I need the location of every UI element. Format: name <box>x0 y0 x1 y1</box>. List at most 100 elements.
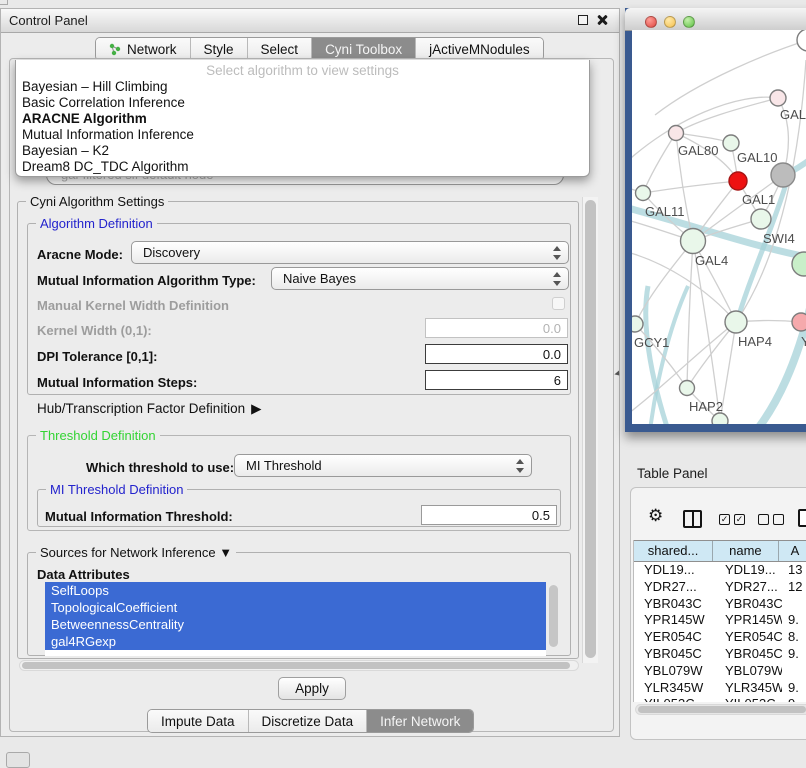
network-node[interactable] <box>797 30 806 51</box>
select-all-checked-icon-2[interactable]: ✓ <box>734 514 745 525</box>
dropdown-item-dream8[interactable]: Dream8 DC_TDC Algorithm <box>16 159 589 175</box>
float-window-icon[interactable] <box>578 15 588 25</box>
dpi-tolerance-field[interactable]: 0.0 <box>425 344 568 364</box>
aracne-mode-value: Discovery <box>143 245 200 260</box>
list-item-gal4rgexp[interactable]: gal4RGexp <box>45 633 546 650</box>
kernel-width-label: Kernel Width (0,1): <box>37 323 152 338</box>
deselect-all-icon-1[interactable] <box>758 514 769 525</box>
split-columns-icon[interactable] <box>683 510 702 528</box>
settings-vertical-scrollbar[interactable] <box>582 197 598 663</box>
network-node[interactable] <box>729 172 747 190</box>
network-node[interactable] <box>792 313 806 331</box>
column-header-shared-name[interactable]: shared... <box>634 541 713 561</box>
tab-network[interactable]: Network <box>96 38 191 60</box>
network-node-label: HAP4 <box>738 334 772 349</box>
list-item-betweennesscentrality[interactable]: BetweennessCentrality <box>45 616 546 633</box>
tab-jactivemnodules[interactable]: jActiveMNodules <box>416 38 543 60</box>
cell: YBL079W <box>634 663 715 680</box>
network-node[interactable] <box>770 90 786 106</box>
document-icon[interactable] <box>798 509 806 527</box>
column-header-partial[interactable]: A <box>779 541 806 561</box>
dropdown-item-basic-correlation[interactable]: Basic Correlation Inference <box>16 95 589 111</box>
table-horizontal-scrollbar[interactable] <box>635 704 806 715</box>
hub-definition-toggle[interactable]: Hub/Transcription Factor Definition▶ <box>37 401 261 417</box>
manual-kernel-checkbox[interactable] <box>552 297 565 310</box>
clipped-widget-bottom-left[interactable] <box>6 752 30 768</box>
network-node[interactable] <box>771 163 795 187</box>
settings-horizontal-scrollbar-thumb[interactable] <box>22 662 570 669</box>
network-node[interactable] <box>725 311 747 333</box>
tab-cyni-toolbox[interactable]: Cyni Toolbox <box>312 38 416 60</box>
network-icon <box>109 43 122 56</box>
dropdown-item-bayesian-hill-climbing[interactable]: Bayesian – Hill Climbing <box>16 79 589 95</box>
mac-zoom-button[interactable] <box>683 16 695 28</box>
network-edge[interactable] <box>650 286 688 424</box>
gear-icon[interactable]: ⚙ <box>648 507 663 524</box>
tab-discretize-data[interactable]: Discretize Data <box>249 710 368 732</box>
network-view-window: GALGAL80GAL10GAL1GAL11SWI4GAL4GCY1HAP4YH… <box>625 8 806 432</box>
mi-threshold-field[interactable]: 0.5 <box>421 505 557 525</box>
tab-style[interactable]: Style <box>191 38 248 60</box>
sources-group-title[interactable]: Sources for Network Inference ▼ <box>36 545 236 560</box>
tab-infer-network[interactable]: Infer Network <box>367 710 473 732</box>
data-attributes-label: Data Attributes <box>37 567 130 582</box>
network-window-titlebar[interactable] <box>625 8 806 31</box>
network-node[interactable] <box>632 316 643 332</box>
kernel-width-field[interactable]: 0.0 <box>425 318 568 338</box>
data-attributes-list[interactable]: SelfLoops TopologicalCoefficient Between… <box>45 582 546 656</box>
cell: YIL053C <box>634 696 715 702</box>
which-threshold-combo[interactable]: MI Threshold <box>234 454 532 477</box>
network-node[interactable] <box>669 126 684 141</box>
settings-horizontal-scrollbar[interactable] <box>19 660 579 671</box>
mi-steps-label: Mutual Information Steps: <box>37 375 197 390</box>
deselect-all-icon-2[interactable] <box>773 514 784 525</box>
aracne-mode-combo[interactable]: Discovery <box>131 241 569 264</box>
table-row[interactable]: YPR145WYPR145W9. <box>634 612 806 629</box>
network-edge[interactable] <box>687 241 693 388</box>
network-node[interactable] <box>751 209 771 229</box>
table-row[interactable]: YDL19...YDL19...13 <box>634 562 806 579</box>
table-row[interactable]: YER054CYER054C8. <box>634 629 806 646</box>
table-row[interactable]: YBR043CYBR043C <box>634 596 806 613</box>
network-edge[interactable] <box>643 181 738 193</box>
list-item-selfloops[interactable]: SelfLoops <box>45 582 546 599</box>
settings-vertical-scrollbar-thumb[interactable] <box>585 200 596 658</box>
network-node[interactable] <box>712 413 728 424</box>
mac-close-button[interactable] <box>645 16 657 28</box>
cell: YDL19... <box>715 562 782 579</box>
table-horizontal-scrollbar-thumb[interactable] <box>638 706 806 713</box>
select-all-checked-icon-1[interactable]: ✓ <box>719 514 730 525</box>
network-node-label: GAL10 <box>737 150 777 165</box>
table-row[interactable]: YBR045CYBR045C9. <box>634 646 806 663</box>
list-item-topologicalcoefficient[interactable]: TopologicalCoefficient <box>45 599 546 616</box>
apply-button[interactable]: Apply <box>278 677 346 700</box>
table-row[interactable]: YBL079WYBL079W <box>634 663 806 680</box>
mi-steps-field[interactable]: 6 <box>425 370 568 390</box>
mi-type-combo[interactable]: Naive Bayes <box>271 267 569 290</box>
network-edge[interactable] <box>635 324 687 388</box>
dropdown-item-bayesian-k2[interactable]: Bayesian – K2 <box>16 143 589 159</box>
tab-select[interactable]: Select <box>248 38 313 60</box>
network-edge[interactable] <box>643 133 676 193</box>
control-panel-titlebar[interactable]: Control Panel <box>1 9 619 33</box>
network-node[interactable] <box>723 135 739 151</box>
table-row[interactable]: YLR345WYLR345W9. <box>634 680 806 697</box>
tab-impute-data[interactable]: Impute Data <box>148 710 249 732</box>
dropdown-item-aracne[interactable]: ARACNE Algorithm <box>16 111 589 127</box>
network-canvas[interactable]: GALGAL80GAL10GAL1GAL11SWI4GAL4GCY1HAP4YH… <box>632 30 806 424</box>
network-edge[interactable] <box>693 241 720 421</box>
network-node[interactable] <box>681 229 706 254</box>
control-panel-title: Control Panel <box>9 13 88 28</box>
network-node-label: Y <box>801 334 806 349</box>
network-node[interactable] <box>636 186 651 201</box>
column-header-name[interactable]: name <box>713 541 778 561</box>
table-row[interactable]: YIL053CYIL053C9 <box>634 696 806 702</box>
cell: 9. <box>782 612 806 629</box>
mac-minimize-button[interactable] <box>664 16 676 28</box>
algorithm-dropdown-popup: Select algorithm to view settings Bayesi… <box>15 60 590 177</box>
dropdown-item-mutual-information[interactable]: Mutual Information Inference <box>16 127 589 143</box>
table-row[interactable]: YDR27...YDR27...12 <box>634 579 806 596</box>
close-icon[interactable] <box>596 14 608 26</box>
network-node[interactable] <box>680 381 695 396</box>
list-scrollbar-thumb[interactable] <box>549 585 558 647</box>
